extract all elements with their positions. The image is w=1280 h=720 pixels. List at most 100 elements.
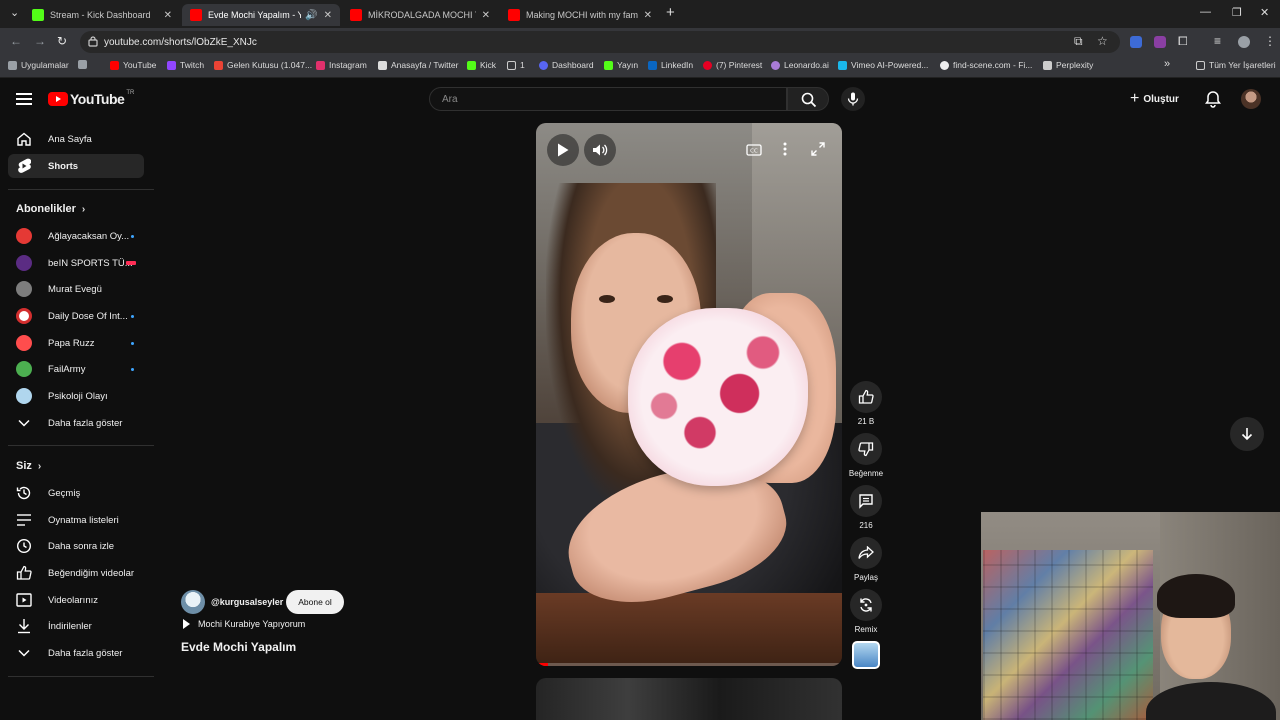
sidebar-subscription-murat-evegu[interactable]: Murat Evegü (8, 277, 144, 301)
dislike-button[interactable] (850, 433, 882, 465)
close-window-button[interactable]: ✕ (1260, 6, 1269, 19)
bookmark-kick[interactable]: Kick (467, 60, 496, 70)
maximize-button[interactable]: ❐ (1232, 6, 1242, 19)
show-more-you[interactable]: Daha fazla göster (8, 641, 144, 665)
sidebar-item-history[interactable]: Geçmiş (8, 481, 144, 505)
next-short-preview[interactable] (536, 678, 842, 720)
bookmark-gmail[interactable]: Gelen Kutusu (1.047... (214, 60, 312, 70)
voice-search-button[interactable] (841, 87, 865, 111)
bookmark-yayin[interactable]: Yayın (604, 60, 638, 70)
sidebar-item-label: İndirilenler (48, 620, 92, 632)
sidebar-subscription-daily-dose[interactable]: Daily Dose Of Int... (8, 304, 144, 328)
sidebar-item-label: Oynatma listeleri (48, 514, 119, 526)
browser-menu-icon[interactable]: ⋮ (1264, 34, 1276, 48)
bookmark-dashboard[interactable]: Dashboard (539, 60, 594, 70)
bookmark-twitch[interactable]: Twitch (167, 60, 204, 70)
thumbs-down-icon (858, 442, 874, 457)
extension-icon[interactable] (1130, 36, 1142, 48)
bookmark-vimeo[interactable]: Vimeo AI-Powered... (838, 60, 928, 70)
tab-mikrodalga-mochi[interactable]: MİKRODALGADA MOCHI YAPMA ✕ (342, 4, 498, 26)
site-info-icon[interactable] (88, 36, 98, 47)
speaker-icon[interactable]: 🔊 (305, 10, 317, 21)
tab-kick-dashboard[interactable]: Stream - Kick Dashboard ✕ (24, 4, 180, 26)
sidebar-item-liked-videos[interactable]: Beğendiğim videolar (8, 561, 144, 585)
channel-handle[interactable]: @kurgusalseyler (211, 597, 283, 607)
volume-button[interactable] (584, 134, 616, 166)
search-input[interactable]: Ara (429, 87, 787, 111)
captions-button[interactable]: CC (746, 143, 762, 161)
subscriptions-heading[interactable]: Abonelikler › (16, 203, 85, 215)
all-bookmarks-folder[interactable]: Tüm Yer İşaretleri (1196, 60, 1276, 70)
sidebar-item-watch-later[interactable]: Daha sonra izle (8, 534, 144, 558)
url-field[interactable]: youtube.com/shorts/lObZkE_XNJc (80, 31, 1120, 53)
sidebar-item-shorts[interactable]: Shorts (8, 154, 144, 178)
bookmark-leonardo[interactable]: Leonardo.ai (771, 60, 829, 70)
channel-avatar (16, 255, 32, 271)
share-button[interactable] (850, 537, 882, 569)
youtube-logo[interactable]: YouTube TR (48, 90, 134, 107)
reload-button[interactable]: ↻ (57, 34, 67, 48)
bookmark-twitter[interactable]: Anasayfa / Twitter (378, 60, 458, 70)
remix-button[interactable] (850, 589, 882, 621)
close-icon[interactable]: ✕ (324, 10, 332, 21)
bookmark-uygulamalar[interactable]: Uygulamalar (8, 60, 69, 70)
close-icon[interactable]: ✕ (482, 10, 490, 21)
bookmark-folder-1[interactable]: 1 (507, 60, 525, 70)
extension-icon[interactable] (1154, 36, 1166, 48)
comments-button[interactable] (850, 485, 882, 517)
like-button[interactable] (850, 381, 882, 413)
sound-thumbnail[interactable] (852, 641, 880, 669)
bookmark-apps-grid[interactable] (78, 60, 91, 69)
sidebar-item-your-videos[interactable]: Videolarınız (8, 588, 144, 612)
play-button[interactable] (547, 134, 579, 166)
menu-hamburger-icon[interactable] (16, 93, 32, 105)
bookmark-star-icon[interactable]: ☆ (1097, 34, 1108, 48)
leonardo-icon (771, 60, 780, 70)
sidebar-subscription-psikoloji-olayi[interactable]: Psikoloji Olayı (8, 384, 144, 408)
close-icon[interactable]: ✕ (644, 10, 652, 21)
more-options-button[interactable] (783, 142, 787, 161)
sidebar-item-downloads[interactable]: İndirilenler (8, 614, 144, 638)
create-button[interactable]: + Oluştur (1130, 89, 1179, 109)
music-link[interactable]: Mochi Kurabiye Yapıyorum (183, 619, 305, 629)
new-tab-button[interactable]: + (666, 4, 675, 21)
sidebar-item-playlists[interactable]: Oynatma listeleri (8, 508, 144, 532)
back-button[interactable]: ← (10, 34, 22, 48)
tab-evde-mochi[interactable]: Evde Mochi Yapalım - YouTube 🔊 ✕ (182, 4, 340, 26)
next-video-button[interactable] (1230, 417, 1264, 451)
sidebar-item-label: Beğendiğim videolar (48, 567, 135, 579)
sidebar-subscription-papa-ruzz[interactable]: Papa Ruzz (8, 331, 144, 355)
forward-button[interactable]: → (34, 34, 46, 48)
bookmark-perplexity[interactable]: Perplexity (1043, 60, 1093, 70)
notifications-bell-icon[interactable] (1204, 90, 1222, 108)
subscribe-button[interactable]: Abone ol (286, 590, 344, 614)
bookmark-find-scene[interactable]: find-scene.com - Fi... (940, 60, 1032, 70)
sidebar-subscription-failarmy[interactable]: FailArmy (8, 357, 144, 381)
bookmark-youtube[interactable]: YouTube (110, 60, 156, 70)
search-button[interactable] (787, 87, 829, 111)
bookmark-instagram[interactable]: Instagram (316, 60, 367, 70)
close-icon[interactable]: ✕ (164, 10, 172, 21)
bookmark-label: YouTube (123, 60, 157, 70)
extensions-puzzle-icon[interactable]: ⧠ (1178, 34, 1188, 49)
short-video-player[interactable]: CC (536, 123, 842, 666)
media-controls-icon[interactable]: ≡ (1214, 34, 1221, 48)
tab-making-mochi[interactable]: Making MOCHI with my family ✕ (500, 4, 660, 26)
bookmark-pinterest[interactable]: (7) Pinterest (703, 60, 762, 70)
profile-avatar-icon[interactable] (1238, 36, 1250, 48)
sidebar-subscription-aglayacaksan[interactable]: Ağlayacaksan Oy... (8, 224, 144, 248)
show-more-subscriptions[interactable]: Daha fazla göster (8, 411, 144, 435)
sidebar-subscription-bein-sports[interactable]: beIN SPORTS TÜ... (8, 251, 144, 275)
sidebar-item-label: Videolarınız (48, 594, 98, 606)
video-progress-bar[interactable] (536, 663, 842, 666)
you-heading[interactable]: Siz › (16, 460, 41, 472)
bookmark-linkedin[interactable]: LinkedIn (648, 60, 693, 70)
sidebar-item-home[interactable]: Ana Sayfa (8, 127, 144, 151)
install-app-icon[interactable]: ⧉ (1074, 34, 1083, 49)
account-avatar[interactable] (1241, 89, 1261, 109)
bookmarks-overflow-button[interactable]: » (1164, 58, 1170, 70)
fullscreen-button[interactable] (811, 142, 825, 161)
tab-search-icon[interactable]: ⌄ (10, 6, 19, 19)
channel-avatar[interactable] (181, 590, 205, 614)
minimize-button[interactable]: — (1200, 6, 1211, 18)
